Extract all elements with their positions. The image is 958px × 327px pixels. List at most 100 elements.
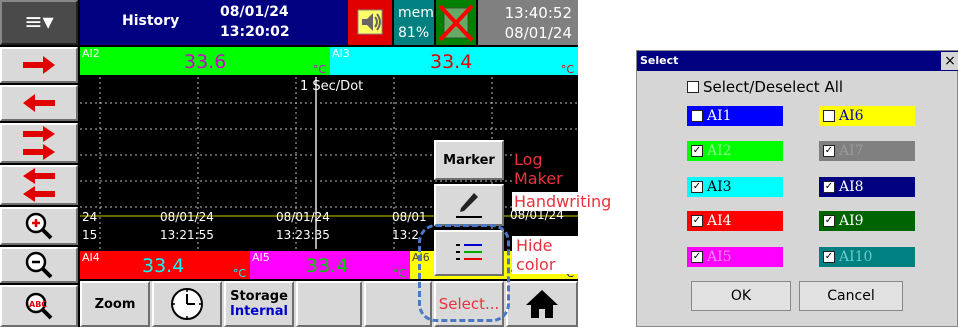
zoom-in-icon	[25, 212, 53, 240]
usb-status	[436, 0, 476, 45]
cancel-label: Cancel	[827, 288, 875, 304]
channel-checkbox-ai2[interactable]: ✓ AI2	[687, 141, 783, 161]
text-search-icon: ABC	[25, 292, 53, 320]
channel-checkbox-ai10[interactable]: ✓ AI10	[819, 247, 915, 267]
zoom-in-button[interactable]	[0, 207, 78, 245]
channel-checkbox-ai5[interactable]: ✓ AI5	[687, 247, 783, 267]
log-maker-callout: Log Maker	[512, 150, 578, 188]
cancel-button[interactable]: Cancel	[799, 281, 903, 311]
arrow-right-icon	[23, 56, 55, 74]
storage-value: Internal	[229, 304, 289, 319]
select-dialog: Select × Select/Deselect All AI1 AI6 ✓ AI2 ✓…	[636, 50, 958, 327]
page-right-button[interactable]	[0, 123, 78, 163]
no-usb-icon	[438, 4, 474, 42]
menu-button[interactable]: ≡▾	[0, 0, 78, 45]
channel-unit: °C	[312, 63, 326, 76]
channel-checkbox-ai3[interactable]: ✓ AI3	[687, 177, 783, 197]
channel-checkbox-ai1[interactable]: AI1	[687, 106, 783, 126]
zoom-button[interactable]: Zoom	[80, 281, 150, 327]
axis-date-label: 08/01/24	[160, 210, 214, 224]
storage-button[interactable]: Storage Internal	[224, 281, 294, 327]
channel-label: AI3	[707, 179, 732, 195]
home-button[interactable]	[506, 281, 578, 327]
channel-value: 33.6	[184, 51, 227, 73]
channel-value: 33.4	[306, 255, 349, 277]
channel-label: AI9	[839, 213, 864, 229]
handwriting-button[interactable]	[434, 184, 504, 226]
scroll-left-button[interactable]	[0, 85, 78, 121]
ok-label: OK	[730, 288, 752, 304]
home-icon	[526, 290, 558, 318]
channel-unit: °C	[392, 267, 406, 280]
zoom-label: Zoom	[94, 296, 136, 312]
checkbox-box: ✓	[691, 251, 703, 263]
recorder-screen: ≡▾ History 08/01/24 13:20:02 mem 81% 13:…	[0, 0, 614, 327]
channel-checkbox-ai9[interactable]: ✓ AI9	[819, 211, 915, 231]
scroll-right-button[interactable]	[0, 47, 78, 83]
channel-label: AI10	[839, 249, 873, 265]
channel-label: AI7	[839, 143, 864, 159]
chart-rate-label: 1 Sec/Dot	[300, 79, 364, 94]
channel-label: AI4	[707, 213, 732, 229]
checkbox-box: ✓	[691, 215, 703, 227]
select-all-checkbox[interactable]: Select/Deselect All	[683, 77, 843, 97]
close-button[interactable]: ×	[941, 52, 958, 70]
highlight-outline	[418, 224, 510, 322]
clock-icon	[171, 288, 203, 320]
axis-date-label: 08/01	[392, 210, 427, 224]
memory-percent: 81%	[398, 25, 430, 41]
svg-text:ABC: ABC	[29, 300, 47, 309]
checkbox-box: ✓	[823, 251, 835, 263]
channel-checkbox-ai7[interactable]: ✓ AI7	[819, 141, 915, 161]
time-jump-button[interactable]	[152, 281, 222, 327]
double-arrow-left-icon	[23, 168, 55, 202]
axis-time-label: 13:21:55	[160, 228, 214, 242]
page-left-button[interactable]	[0, 165, 78, 205]
axis-date-label: 24	[82, 210, 98, 224]
search-text-button[interactable]: ABC	[0, 285, 78, 327]
select-all-label: Select/Deselect All	[703, 78, 844, 96]
channel-label: AI5	[707, 249, 732, 265]
dialog-title: Select	[640, 54, 679, 67]
checkbox-box	[687, 81, 699, 93]
header-bar: History 08/01/24 13:20:02	[80, 0, 348, 45]
alarm-indicator[interactable]	[348, 0, 392, 45]
close-icon: ×	[944, 53, 956, 69]
checkbox-box	[691, 110, 703, 122]
checkbox-box: ✓	[823, 145, 835, 157]
channel-tile-ai2[interactable]: AI2 33.6 °C	[80, 47, 330, 76]
channel-tag: AI5	[252, 251, 270, 264]
channel-tag: AI2	[82, 47, 100, 60]
axis-date-label: 08/01/24	[276, 210, 330, 224]
channel-tile-ai4[interactable]: AI4 33.4 °C	[80, 251, 250, 280]
storage-label: Storage	[230, 289, 288, 304]
channel-unit: °C	[232, 267, 246, 280]
channel-checkbox-ai8[interactable]: ✓ AI8	[819, 177, 915, 197]
pen-icon	[456, 193, 482, 218]
channel-tile-ai3[interactable]: AI3 33.4 °C	[330, 47, 578, 76]
axis-time-label: 13:23:35	[276, 228, 330, 242]
checkbox-box: ✓	[823, 181, 835, 193]
channel-label: AI2	[707, 143, 732, 159]
channel-label: AI6	[839, 108, 864, 124]
blank-toolbar-button[interactable]	[296, 281, 362, 327]
channel-label: AI1	[707, 108, 732, 124]
dialog-titlebar: Select	[637, 51, 958, 71]
checkbox-box: ✓	[823, 215, 835, 227]
channel-checkbox-ai4[interactable]: ✓ AI4	[687, 211, 783, 231]
double-arrow-right-icon	[23, 126, 55, 160]
marker-button[interactable]: Marker	[434, 140, 504, 180]
clock-date: 08/01/24	[504, 24, 572, 42]
axis-time-label: 15	[82, 228, 98, 242]
arrow-left-icon	[23, 94, 55, 112]
channel-checkbox-ai6[interactable]: AI6	[819, 106, 915, 126]
channel-label: AI8	[839, 179, 864, 195]
memory-indicator: mem 81%	[394, 0, 434, 45]
hide-color-callout: Hide color	[512, 236, 578, 274]
clock-time: 13:40:52	[504, 4, 572, 22]
channel-tile-ai5[interactable]: AI5 33.4 °C	[250, 251, 410, 280]
checkbox-box	[823, 110, 835, 122]
ok-button[interactable]: OK	[691, 281, 791, 311]
zoom-out-button[interactable]	[0, 247, 78, 283]
channel-value: 33.4	[430, 51, 473, 73]
